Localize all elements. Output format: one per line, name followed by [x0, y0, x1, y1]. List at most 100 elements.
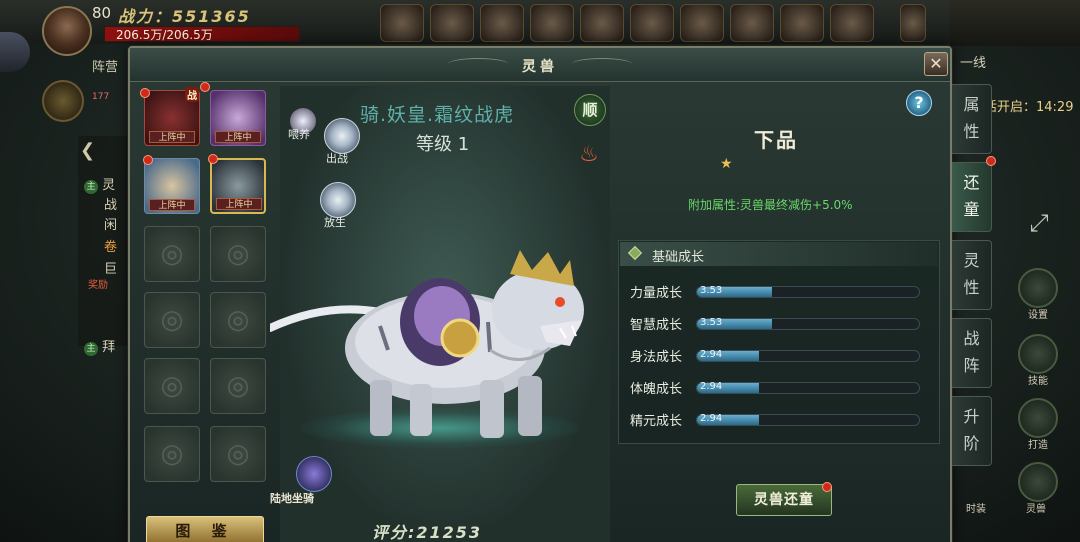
panel-title: 灵兽 [522, 59, 558, 75]
player-level: 80 [92, 4, 112, 22]
handbook-button[interactable]: 图 鉴 [146, 516, 264, 542]
shun-button[interactable]: 顺 [574, 94, 606, 126]
hp-text: 206.5万/206.5万 [116, 28, 213, 42]
pet-level: 等级 1 [416, 134, 470, 155]
stat-value: 2.94 [700, 381, 723, 392]
empty-slot[interactable] [210, 226, 266, 282]
deployed-tag: 上阵中 [216, 198, 262, 210]
top-menu-icon-3[interactable] [480, 4, 524, 42]
stat-bar [696, 350, 920, 362]
player-portrait[interactable] [42, 6, 92, 56]
skills-button[interactable] [1018, 334, 1058, 374]
stat-value: 2.94 [700, 349, 723, 360]
stat-row-essence: 精元成长 2.94 [626, 410, 926, 429]
camp-label: 阵营 [92, 60, 119, 75]
land-mount-icon[interactable] [296, 456, 332, 492]
top-menu-icon-7[interactable] [680, 4, 724, 42]
notify-dot-icon [143, 155, 153, 165]
top-menu-icon-2[interactable] [430, 4, 474, 42]
stat-row-physique: 体魄成长 2.94 [626, 378, 926, 397]
pet-slot-4-selected[interactable]: 上阵中 [208, 154, 266, 214]
top-menu-icon-10[interactable] [830, 4, 874, 42]
tab-label: 灵性 [963, 251, 980, 297]
minimap-box[interactable] [950, 0, 1080, 46]
star-rating-icon: ★ [720, 156, 733, 172]
stat-bar [696, 286, 920, 298]
pet-slot-list: 战 上阵中 上阵中 上阵中 上阵中 [140, 86, 274, 516]
battle-badge: 战 [185, 87, 199, 102]
stat-row-agility: 身法成长 2.94 [626, 346, 926, 365]
stat-row-strength: 力量成长 3.53 [626, 282, 926, 301]
quest-dot-icon: 主 [84, 180, 98, 194]
fullscreen-icon[interactable]: ⤢ [1024, 208, 1054, 238]
top-menu-icon-8[interactable] [730, 4, 774, 42]
combat-power: 战力：551365 [118, 7, 251, 26]
pet-name: 骑.妖皇.霜纹战虎 [360, 104, 515, 126]
tab-formation[interactable]: 战阵 [952, 318, 992, 388]
tab-rejuvenate[interactable]: 还童 [952, 162, 992, 232]
deployed-tag: 上阵中 [149, 131, 195, 143]
notify-dot-icon [822, 482, 832, 492]
tab-label: 属性 [963, 95, 980, 141]
top-menu-icon-9[interactable] [780, 4, 824, 42]
mini-value: 177 [92, 92, 110, 102]
stat-bar [696, 414, 920, 426]
top-menu-icon-5[interactable] [580, 4, 624, 42]
collapse-chevron-icon[interactable]: ❮ [80, 140, 95, 161]
pet-slot-3[interactable]: 上阵中 [143, 155, 200, 214]
tab-label: 战阵 [963, 329, 980, 375]
stat-value: 3.53 [700, 317, 723, 328]
pet-slot-2[interactable]: 上阵中 [210, 90, 266, 146]
deployed-tag: 上阵中 [149, 199, 195, 211]
quest-line-2[interactable]: 战 [104, 194, 117, 213]
quest-line-4[interactable]: 卷 [104, 236, 117, 255]
empty-slot[interactable] [144, 292, 200, 348]
buff-icon[interactable] [42, 80, 84, 122]
release-label: 放生 [324, 216, 346, 229]
skills-label: 技能 [1028, 376, 1048, 387]
stat-label: 力量成长 [630, 286, 683, 301]
reward-label[interactable]: 奖励 [88, 280, 108, 292]
pet-grade: 下品 [754, 128, 798, 152]
top-menu-icon-6[interactable] [630, 4, 674, 42]
quest-line-5[interactable]: 巨 [104, 258, 117, 277]
feed-label: 喂养 [288, 128, 310, 141]
stat-label: 精元成长 [630, 414, 683, 429]
land-mount-label: 陆地坐骑 [270, 492, 314, 505]
stat-label: 体魄成长 [630, 382, 683, 397]
release-icon[interactable] [320, 182, 356, 218]
forge-button[interactable] [1018, 398, 1058, 438]
tab-spirituality[interactable]: 灵性 [952, 240, 992, 310]
settings-button[interactable] [1018, 268, 1058, 308]
empty-slot[interactable] [144, 358, 200, 414]
empty-slot[interactable] [144, 226, 200, 282]
growth-title: 基础成长 [652, 250, 705, 265]
notify-dot-icon [208, 154, 218, 164]
notify-dot-icon [200, 82, 210, 92]
quest-line-6[interactable]: 主 拜 [84, 336, 115, 356]
help-icon[interactable]: ? [906, 90, 932, 116]
deployed-tag: 上阵中 [215, 131, 261, 143]
empty-slot[interactable] [210, 426, 266, 482]
quest-line-3[interactable]: 闲 [104, 214, 117, 233]
empty-slot[interactable] [144, 426, 200, 482]
battle-icon[interactable] [324, 118, 360, 154]
top-menu-icon-4[interactable] [530, 4, 574, 42]
quest-line-1[interactable]: 主 灵 [84, 174, 115, 194]
top-menu-icon-1[interactable] [380, 4, 424, 42]
empty-slot[interactable] [210, 358, 266, 414]
rejuvenate-button[interactable]: 灵兽还童 [736, 484, 832, 516]
stat-label: 身法成长 [630, 350, 683, 365]
empty-slot[interactable] [210, 292, 266, 348]
top-menu-expand-icon[interactable] [900, 4, 926, 42]
notify-dot-icon [140, 88, 150, 98]
fashion-label[interactable]: 时装 [966, 500, 986, 515]
frost-tiger-model[interactable] [270, 230, 600, 450]
pet-slot-1[interactable]: 战 上阵中 [144, 87, 200, 146]
tab-attributes[interactable]: 属性 [952, 84, 992, 154]
server-line[interactable]: 一线 [960, 52, 986, 71]
spirit-beast-button[interactable] [1018, 462, 1058, 502]
tab-advance[interactable]: 升阶 [952, 396, 992, 466]
tab-label: 升阶 [963, 407, 980, 453]
close-button[interactable]: ✕ [924, 52, 948, 76]
